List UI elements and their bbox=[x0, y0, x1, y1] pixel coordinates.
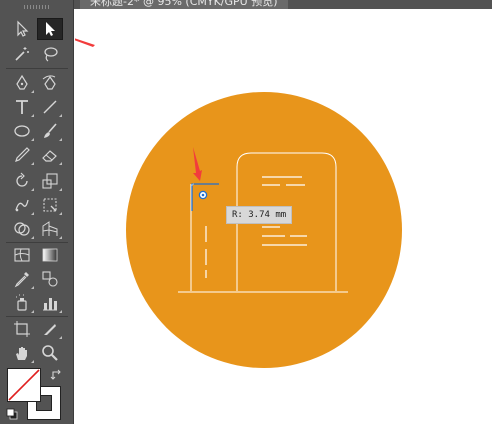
pencil-tool[interactable] bbox=[9, 144, 35, 166]
curvature-pen-icon bbox=[42, 75, 56, 90]
hand-tool[interactable] bbox=[9, 342, 35, 364]
perspective-grid-tool[interactable] bbox=[37, 218, 63, 240]
perspective-grid-icon bbox=[42, 221, 58, 236]
slice-tool[interactable] bbox=[37, 318, 63, 340]
scale-icon bbox=[42, 173, 58, 189]
document-tab-bar: 未标题-2* @ 95% (CMYK/GPU 预览) bbox=[74, 0, 492, 9]
annotation-arrow-toolbar bbox=[75, 38, 95, 47]
fill-color-swatch[interactable] bbox=[7, 368, 41, 402]
eyedropper-icon bbox=[14, 272, 29, 288]
shape-builder-icon bbox=[14, 222, 30, 236]
paintbrush-tool[interactable] bbox=[37, 120, 63, 142]
tools-panel bbox=[0, 0, 74, 424]
shape-builder-tool[interactable] bbox=[9, 218, 35, 240]
none-fill-slash-icon bbox=[8, 369, 40, 401]
symbol-sprayer-tool[interactable] bbox=[9, 292, 35, 314]
magic-wand-icon bbox=[15, 47, 29, 61]
mesh-tool[interactable] bbox=[9, 244, 35, 266]
line-icon bbox=[43, 100, 57, 114]
pen-icon bbox=[16, 74, 28, 90]
gradient-icon bbox=[42, 248, 58, 262]
direct-selection-arrow-icon bbox=[46, 22, 55, 36]
line-segment-tool[interactable] bbox=[37, 96, 63, 118]
direct-selection-tool[interactable] bbox=[37, 18, 63, 40]
document-tab[interactable]: 未标题-2* @ 95% (CMYK/GPU 预览) bbox=[80, 0, 288, 9]
lasso-icon bbox=[44, 47, 58, 62]
eyedropper-tool[interactable] bbox=[9, 268, 35, 290]
orange-circle[interactable] bbox=[126, 92, 402, 368]
lasso-tool[interactable] bbox=[37, 43, 63, 65]
slice-icon bbox=[44, 324, 56, 335]
pencil-icon bbox=[15, 147, 30, 162]
default-fill-stroke-icon[interactable] bbox=[6, 408, 18, 420]
blend-icon bbox=[42, 271, 58, 287]
free-transform-tool[interactable] bbox=[37, 194, 63, 216]
zoom-tool[interactable] bbox=[37, 342, 63, 364]
type-tool[interactable] bbox=[9, 96, 35, 118]
pen-tool[interactable] bbox=[9, 72, 35, 94]
zoom-icon bbox=[42, 345, 58, 361]
symbol-sprayer-icon bbox=[16, 294, 27, 311]
toolbar-separator bbox=[6, 68, 68, 69]
eraser-icon bbox=[42, 150, 57, 162]
free-transform-icon bbox=[43, 198, 57, 212]
column-graph-icon bbox=[43, 298, 57, 311]
eraser-tool[interactable] bbox=[37, 144, 63, 166]
type-icon bbox=[16, 100, 28, 114]
corner-radius-handle-dot bbox=[201, 193, 205, 197]
toolbar-separator bbox=[6, 316, 68, 317]
hand-icon bbox=[16, 347, 27, 360]
artboard-icon bbox=[14, 321, 30, 337]
puppet-warp-icon bbox=[15, 199, 29, 212]
column-graph-tool[interactable] bbox=[37, 292, 63, 314]
selection-tool[interactable] bbox=[9, 18, 35, 40]
swap-fill-stroke-icon[interactable] bbox=[50, 368, 64, 382]
curvature-tool[interactable] bbox=[37, 72, 63, 94]
ellipse-tool[interactable] bbox=[9, 120, 35, 142]
blend-tool[interactable] bbox=[37, 268, 63, 290]
mesh-icon bbox=[14, 248, 30, 262]
artboard-tool[interactable] bbox=[9, 318, 35, 340]
puppet-warp-tool[interactable] bbox=[9, 194, 35, 216]
magic-wand-tool[interactable] bbox=[9, 43, 35, 65]
panel-grip[interactable] bbox=[24, 5, 50, 9]
corner-radius-readout: R: 3.74 mm bbox=[226, 206, 293, 224]
rotate-tool[interactable] bbox=[9, 170, 35, 192]
scale-tool[interactable] bbox=[37, 170, 63, 192]
paintbrush-icon bbox=[44, 123, 57, 138]
rotate-icon bbox=[16, 172, 28, 187]
ellipse-icon bbox=[14, 125, 30, 137]
selection-arrow-icon bbox=[17, 20, 29, 37]
gradient-tool[interactable] bbox=[37, 244, 63, 266]
toolbar-separator bbox=[6, 242, 68, 243]
